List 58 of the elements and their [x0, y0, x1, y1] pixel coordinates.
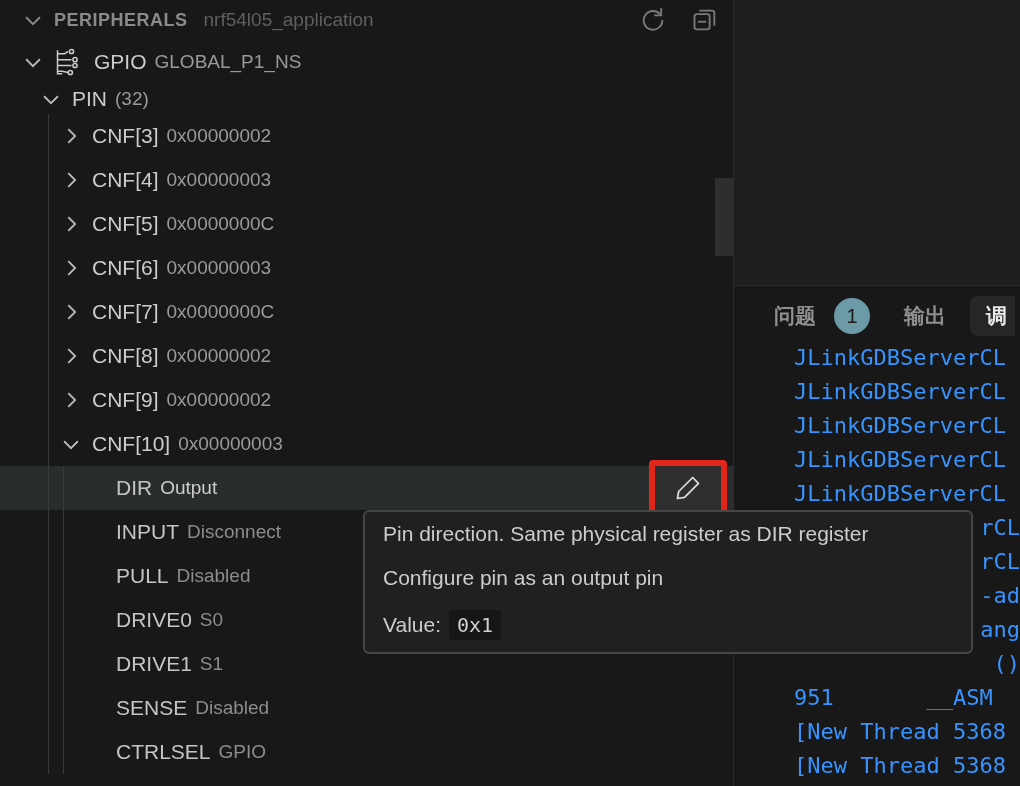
tree-item-value: 0x00000003: [166, 257, 272, 279]
tree-item-value: Disabled: [176, 565, 251, 587]
section-subtitle: nrf54l05_application: [203, 9, 374, 31]
panel-tab[interactable]: 输出: [904, 296, 946, 336]
tree-item-value: 0x00000003: [166, 169, 272, 191]
section-title: PERIPHERALS: [54, 9, 188, 31]
value-code: 0x1: [449, 610, 502, 640]
terminal-line: rCL: [980, 548, 1020, 574]
tree-item-value: GPIO: [218, 741, 267, 763]
terminal-line: ang: [980, 616, 1020, 642]
tree-item-name[interactable]: INPUT: [116, 520, 179, 544]
terminal-line: JLinkGDBServerCL: [794, 446, 1006, 472]
tree-item-name[interactable]: PIN: [72, 87, 107, 111]
tree-item-name[interactable]: DRIVE1: [116, 652, 192, 676]
terminal-line: JLinkGDBServerCL: [794, 412, 1006, 438]
tree-item-value: Disabled: [195, 697, 270, 719]
tree-item-name[interactable]: CNF[3]: [92, 124, 159, 148]
tree-item-value: (32): [115, 88, 149, 110]
tree-item-value: Output: [160, 477, 218, 499]
terminal-line: 951 __ASM: [794, 684, 993, 710]
terminal-line: [New Thread 5368: [794, 718, 1006, 744]
value-label: Value:: [383, 613, 441, 637]
terminal-line: (): [993, 650, 1020, 676]
tree-item-value: 0x0000000C: [166, 213, 275, 235]
tree-item-name[interactable]: CTRLSEL: [116, 740, 211, 764]
tree-item-name[interactable]: CNF[8]: [92, 344, 159, 368]
tree-item-name[interactable]: CNF[7]: [92, 300, 159, 324]
tree-item-name[interactable]: PULL: [116, 564, 169, 588]
tree-item-name[interactable]: CNF[4]: [92, 168, 159, 192]
tree-item-value: 0x0000000C: [166, 301, 275, 323]
terminal-line: JLinkGDBServerCL: [794, 344, 1006, 370]
terminal-line: JLinkGDBServerCL: [794, 378, 1006, 404]
tree-item-name[interactable]: CNF[6]: [92, 256, 159, 280]
tree-item-name[interactable]: SENSE: [116, 696, 188, 720]
tree-item-value: GLOBAL_P1_NS: [154, 51, 302, 73]
tree-item-value: S0: [199, 609, 224, 631]
terminal-line: rCL: [980, 514, 1020, 540]
tree-item-value: 0x00000002: [166, 125, 272, 147]
tree-item-name[interactable]: DIR: [116, 476, 153, 500]
terminal-line: JLinkGDBServerCL: [794, 480, 1006, 506]
tree-item-value: 0x00000003: [178, 433, 283, 455]
terminal-line: -ad: [980, 582, 1020, 608]
panel-tab[interactable]: 调: [970, 296, 1015, 336]
tree-item-name[interactable]: CNF[5]: [92, 212, 159, 236]
panel-tab[interactable]: 问题: [774, 296, 816, 336]
tree-item-name[interactable]: GPIO: [94, 50, 147, 74]
tree-item-value: 0x00000002: [166, 389, 272, 411]
tree-item-value: Disconnect: [187, 521, 281, 543]
tooltip-text: Pin direction. Same physical register as DIR register: [383, 522, 870, 546]
tree-item-value: S1: [199, 653, 224, 675]
terminal-line: [New Thread 5368: [794, 752, 1006, 778]
tree-item-name[interactable]: DRIVE0: [116, 608, 192, 632]
tree-item-name[interactable]: CNF[10]: [92, 432, 171, 456]
count-badge: 1: [834, 298, 870, 334]
pencil-icon: [674, 474, 702, 502]
tooltip-text: Configure pin as an output pin: [383, 566, 665, 590]
tree-item-value: 0x00000002: [166, 345, 272, 367]
tree-item-name[interactable]: CNF[9]: [92, 388, 159, 412]
